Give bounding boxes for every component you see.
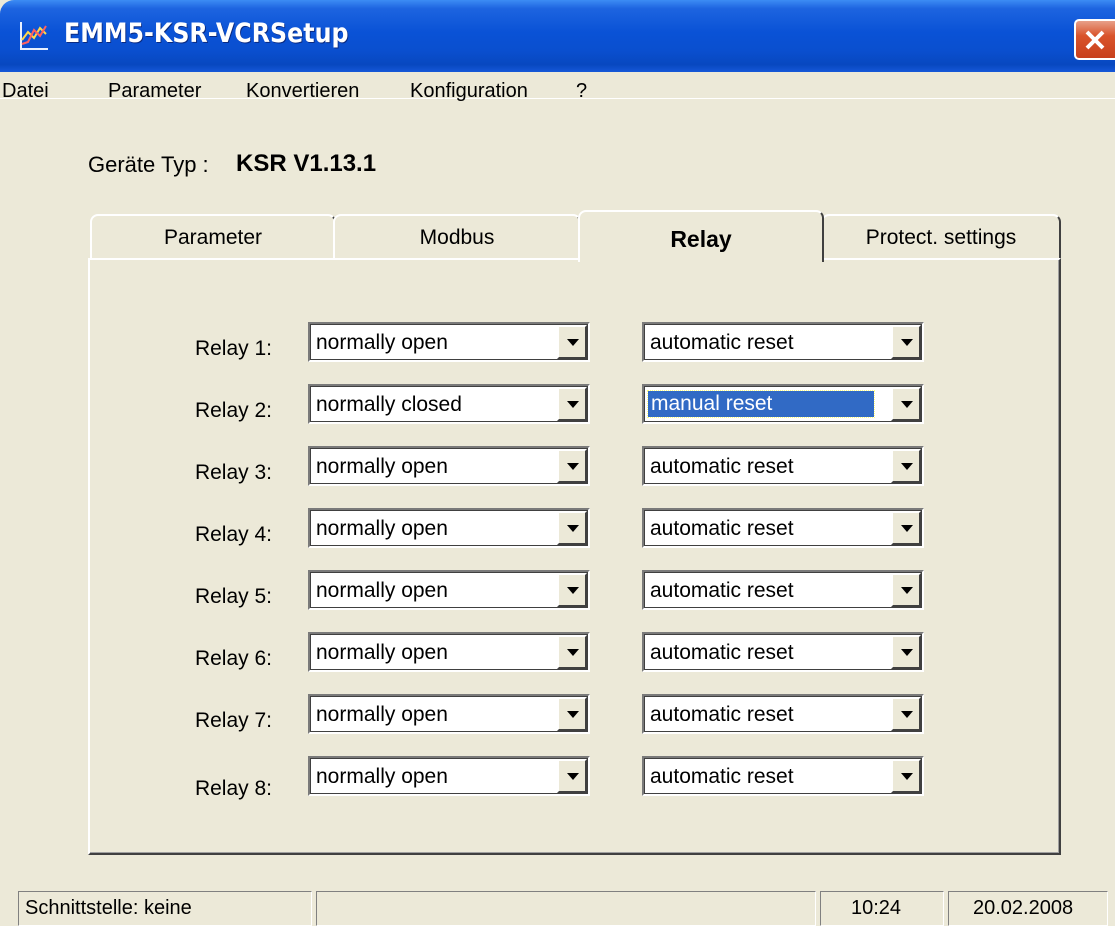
relay-label: Relay 1:	[194, 337, 272, 360]
relay-label: Relay 6:	[194, 647, 272, 670]
relay-reset-select[interactable]: automatic reset	[642, 508, 924, 548]
relay-reset-value: automatic reset	[650, 641, 794, 664]
close-icon	[1085, 30, 1105, 50]
chevron-down-icon	[901, 463, 913, 470]
chevron-down-icon	[901, 773, 913, 780]
menu-konvertieren[interactable]: Konvertieren	[246, 80, 359, 103]
relay-reset-value: automatic reset	[650, 765, 794, 788]
dropdown-button[interactable]	[557, 325, 587, 359]
relay-reset-select[interactable]: automatic reset	[642, 570, 924, 610]
relay-reset-value: manual reset	[647, 390, 875, 418]
relay-reset-value: automatic reset	[650, 331, 794, 354]
tab-relay[interactable]: Relay	[578, 210, 824, 262]
relay-reset-value: automatic reset	[650, 579, 794, 602]
relay-contact-value: normally open	[316, 455, 448, 478]
app-icon	[20, 22, 48, 50]
relay-contact-value: normally closed	[316, 393, 462, 416]
relay-contact-value: normally open	[316, 765, 448, 788]
relay-contact-value: normally open	[316, 517, 448, 540]
window-title: EMM5-KSR-VCRSetup	[64, 18, 349, 49]
relay-reset-select[interactable]: manual reset	[642, 384, 924, 424]
chevron-down-icon	[901, 711, 913, 718]
menu-datei[interactable]: Datei	[2, 80, 49, 103]
relay-contact-select[interactable]: normally open	[308, 632, 590, 672]
dropdown-button[interactable]	[891, 635, 921, 669]
tab-protect-settings[interactable]: Protect. settings	[821, 214, 1061, 260]
menu-parameter[interactable]: Parameter	[108, 80, 201, 103]
relay-reset-select[interactable]: automatic reset	[642, 322, 924, 362]
chevron-down-icon	[901, 587, 913, 594]
relay-contact-select[interactable]: normally open	[308, 508, 590, 548]
relay-reset-value: automatic reset	[650, 517, 794, 540]
chevron-down-icon	[901, 339, 913, 346]
status-message	[316, 891, 816, 926]
chevron-down-icon	[567, 339, 579, 346]
dropdown-button[interactable]	[891, 387, 921, 421]
menu-help[interactable]: ?	[576, 80, 587, 103]
status-date: 20.02.2008	[948, 891, 1108, 926]
relay-reset-value: automatic reset	[650, 455, 794, 478]
chevron-down-icon	[567, 773, 579, 780]
title-bar[interactable]: EMM5-KSR-VCRSetup	[0, 0, 1115, 72]
relay-contact-value: normally open	[316, 703, 448, 726]
dropdown-button[interactable]	[557, 635, 587, 669]
status-time: 10:24	[820, 891, 944, 926]
relay-contact-value: normally open	[316, 579, 448, 602]
chevron-down-icon	[567, 463, 579, 470]
dropdown-button[interactable]	[557, 573, 587, 607]
chevron-down-icon	[567, 401, 579, 408]
dropdown-button[interactable]	[891, 449, 921, 483]
relay-contact-select[interactable]: normally closed	[308, 384, 590, 424]
relay-label: Relay 7:	[194, 709, 272, 732]
chevron-down-icon	[567, 587, 579, 594]
relay-label: Relay 4:	[194, 523, 272, 546]
relay-reset-value: automatic reset	[650, 703, 794, 726]
close-button[interactable]	[1074, 19, 1115, 60]
dropdown-button[interactable]	[891, 697, 921, 731]
relay-contact-select[interactable]: normally open	[308, 570, 590, 610]
dropdown-button[interactable]	[557, 387, 587, 421]
device-type-label: Geräte Typ :	[88, 152, 209, 177]
chevron-down-icon	[567, 711, 579, 718]
dropdown-button[interactable]	[557, 511, 587, 545]
relay-label: Relay 5:	[194, 585, 272, 608]
relay-contact-value: normally open	[316, 331, 448, 354]
dropdown-button[interactable]	[891, 573, 921, 607]
dropdown-button[interactable]	[891, 325, 921, 359]
chevron-down-icon	[901, 525, 913, 532]
chevron-down-icon	[901, 649, 913, 656]
status-interface: Schnittstelle: keine	[18, 891, 312, 926]
relay-contact-select[interactable]: normally open	[308, 756, 590, 796]
relay-reset-select[interactable]: automatic reset	[642, 694, 924, 734]
tab-parameter[interactable]: Parameter	[90, 214, 336, 260]
relay-label: Relay 8:	[194, 777, 272, 800]
chevron-down-icon	[567, 649, 579, 656]
relay-reset-select[interactable]: automatic reset	[642, 632, 924, 672]
device-type-value: KSR V1.13.1	[236, 150, 377, 177]
dropdown-button[interactable]	[557, 697, 587, 731]
relay-reset-select[interactable]: automatic reset	[642, 756, 924, 796]
dropdown-button[interactable]	[557, 759, 587, 793]
chevron-down-icon	[567, 525, 579, 532]
menu-konfiguration[interactable]: Konfiguration	[410, 80, 528, 103]
relay-contact-select[interactable]: normally open	[308, 446, 590, 486]
relay-label: Relay 3:	[194, 461, 272, 484]
chevron-down-icon	[901, 401, 913, 408]
dropdown-button[interactable]	[891, 759, 921, 793]
dropdown-button[interactable]	[891, 511, 921, 545]
relay-contact-select[interactable]: normally open	[308, 694, 590, 734]
dropdown-button[interactable]	[557, 449, 587, 483]
relay-contact-value: normally open	[316, 641, 448, 664]
status-bar: Schnittstelle: keine 10:24 20.02.2008	[0, 880, 1115, 926]
tab-modbus[interactable]: Modbus	[333, 214, 581, 260]
menu-bar: Datei Parameter Konvertieren Konfigurati…	[0, 72, 1115, 120]
relay-label: Relay 2:	[194, 399, 272, 422]
relay-reset-select[interactable]: automatic reset	[642, 446, 924, 486]
relay-contact-select[interactable]: normally open	[308, 322, 590, 362]
